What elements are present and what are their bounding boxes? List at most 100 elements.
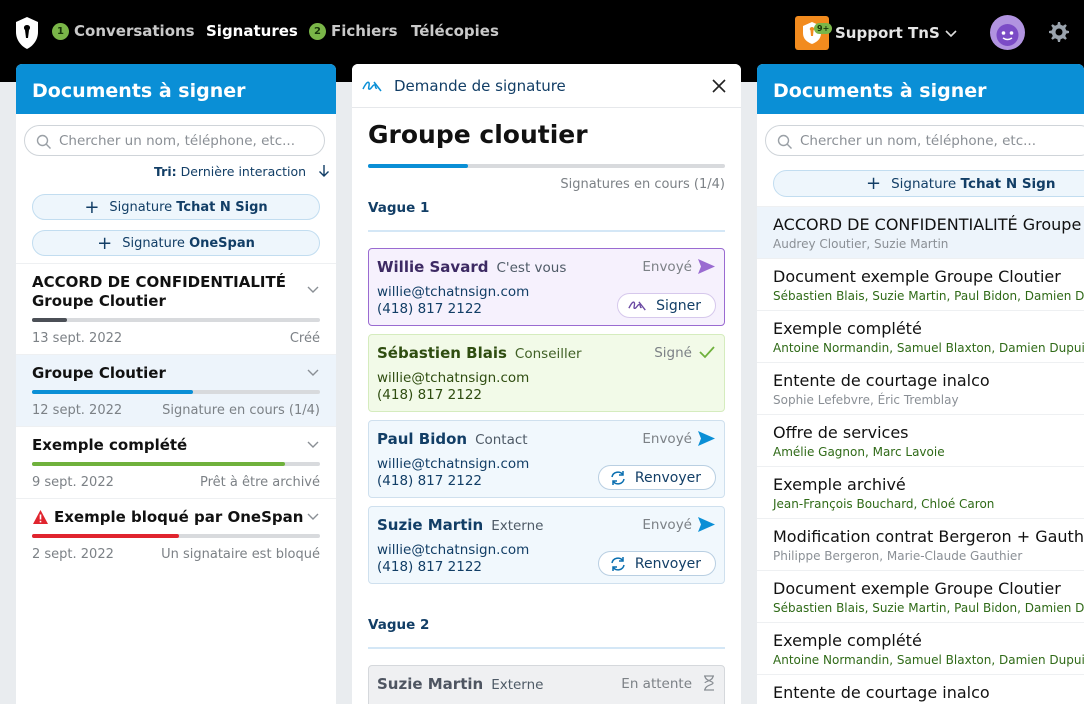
chevron-down-icon[interactable] xyxy=(306,439,320,449)
list-item-people: Antoine Normandin, Samuel Blaxton, Damie… xyxy=(773,341,1084,355)
top-bar: 1 Conversations Signatures 2 Fichiers Té… xyxy=(0,0,1084,82)
list-item[interactable]: Modification contrat Bergeron + Gauthier… xyxy=(757,518,1084,570)
sign-button[interactable]: Signer xyxy=(617,293,716,318)
list-item[interactable]: Offre de services Amélie Gagnon, Marc Lav… xyxy=(757,414,1084,466)
doc-item[interactable]: Groupe Cloutier 12 sept. 2022 Signature … xyxy=(16,354,336,426)
doc-date: 9 sept. 2022 xyxy=(32,475,114,490)
doc-item[interactable]: ACCORD DE CONFIDENTIALITÉ Groupe Cloutie… xyxy=(16,263,336,354)
signer-card: Willie Savard C'est vous Envoyé willie@tc… xyxy=(368,248,725,326)
request-title: Groupe cloutier xyxy=(368,120,588,149)
chevron-down-icon[interactable] xyxy=(306,367,320,377)
signer-email: willie@tchatnsign.com xyxy=(377,370,530,386)
app-logo-icon[interactable] xyxy=(14,16,40,50)
list-item-title: Document exemple Groupe Cloutier xyxy=(773,579,1061,598)
list-item-people: Antoine Normandin, Samuel Blaxton, Damie… xyxy=(773,653,1084,667)
list-item-people: Jean-François Bouchard, Chloé Caron xyxy=(773,497,995,511)
signature-tchat-prefix: Signature xyxy=(109,199,173,215)
doc-status: Créé xyxy=(289,331,320,346)
signer-status: En attente xyxy=(621,676,692,692)
nav-fichiers-label: Fichiers xyxy=(331,22,398,40)
doc-progress-fill xyxy=(32,390,194,394)
signature-request-panel: Demande de signature Groupe cloutier Sig… xyxy=(352,64,741,704)
list-item[interactable]: Exemple complété Antoine Normandin, Samue… xyxy=(757,622,1084,674)
right-signature-prefix: Signature xyxy=(891,175,957,192)
right-signature-tchat-button[interactable]: + Signature Tchat N Sign xyxy=(773,170,1084,197)
signer-phone: (418) 817 2122 xyxy=(377,473,483,489)
left-panel-title: Documents à signer xyxy=(16,64,336,114)
list-item-title: Exemple complété xyxy=(773,319,922,338)
close-icon[interactable] xyxy=(711,78,727,94)
plus-icon: + xyxy=(97,232,113,254)
signer-email: willie@tchatnsign.com xyxy=(377,542,530,558)
right-search-input[interactable]: Chercher un nom, téléphone, etc... xyxy=(765,125,1084,156)
list-item-title: ACCORD DE CONFIDENTIALITÉ Groupe Cloutie… xyxy=(773,215,1084,234)
list-item-title: Entente de courtage inalco xyxy=(773,683,990,702)
hourglass-icon xyxy=(704,675,714,691)
resend-button[interactable]: Renvoyer xyxy=(597,551,716,576)
right-search-placeholder: Chercher un nom, téléphone, etc... xyxy=(800,132,1036,149)
list-item[interactable]: Entente de courtage inalco Sophie Lefebvr… xyxy=(757,362,1084,414)
doc-title: ACCORD DE CONFIDENTIALITÉ Groupe Cloutie… xyxy=(32,273,286,310)
left-search-input[interactable]: Chercher un nom, téléphone, etc... xyxy=(24,125,325,156)
signer-status: Envoyé xyxy=(642,517,692,533)
search-icon xyxy=(777,134,792,149)
signature-tchat-button[interactable]: + Signature Tchat N Sign xyxy=(32,194,320,220)
list-item[interactable]: Exemple archivé Jean-François Bouchard, C… xyxy=(757,466,1084,518)
check-icon xyxy=(699,346,715,359)
plus-icon: + xyxy=(866,173,882,194)
chevron-down-icon[interactable] xyxy=(306,511,320,521)
nav-fichiers-badge: 2 xyxy=(309,22,326,40)
signer-role: Externe xyxy=(491,677,544,693)
support-badge: 9+ xyxy=(814,23,833,34)
signature-onespan-button[interactable]: + Signature OneSpan xyxy=(32,230,320,256)
left-panel: Documents à signer Chercher un nom, télé… xyxy=(16,64,336,704)
doc-progress-fill xyxy=(32,534,179,538)
support-menu[interactable]: 9+ Support TnS xyxy=(795,16,958,50)
signer-card: Sébastien Blais Conseiller Signé willie@t… xyxy=(368,334,725,412)
sort-label: Tri: xyxy=(154,164,177,179)
list-item-people: Amélie Gagnon, Marc Lavoie xyxy=(773,445,945,459)
signer-phone: (418) 817 2122 xyxy=(377,301,483,317)
doc-title: Exemple bloqué par OneSpan xyxy=(54,508,304,526)
right-panel-title: Documents à signer xyxy=(757,64,1084,114)
list-item[interactable]: Document exemple Groupe Cloutier Sébastie… xyxy=(757,258,1084,310)
list-item-title: Entente de courtage inalco xyxy=(773,371,990,390)
nav-telecopies[interactable]: Télécopies xyxy=(411,22,499,40)
doc-item[interactable]: Exemple bloqué par OneSpan 2 sept. 2022 … xyxy=(16,498,336,570)
refresh-icon xyxy=(611,556,625,571)
chevron-down-icon[interactable] xyxy=(306,284,320,294)
nav-signatures[interactable]: Signatures xyxy=(206,22,298,40)
list-item[interactable]: ACCORD DE CONFIDENTIALITÉ Groupe Cloutie… xyxy=(757,206,1084,258)
signature-icon xyxy=(628,301,646,311)
signer-name: Willie Savard xyxy=(377,258,489,276)
signer-name: Sébastien Blais xyxy=(377,344,507,362)
list-item-title: Modification contrat Bergeron + Gauthier xyxy=(773,527,1084,546)
refresh-icon xyxy=(611,470,625,485)
warning-icon xyxy=(33,510,48,524)
left-search-placeholder: Chercher un nom, téléphone, etc... xyxy=(59,132,295,149)
request-progress-text: Signatures en cours (1/4) xyxy=(560,177,725,192)
sort-control[interactable]: Tri: Dernière interaction xyxy=(154,164,330,179)
nav-telecopies-label: Télécopies xyxy=(411,22,499,40)
gear-icon[interactable] xyxy=(1046,20,1070,44)
list-item[interactable]: Exemple complété Antoine Normandin, Samue… xyxy=(757,310,1084,362)
signer-name: Suzie Martin xyxy=(377,516,484,534)
nav-fichiers[interactable]: 2 Fichiers xyxy=(309,22,398,40)
avatar[interactable] xyxy=(990,15,1025,50)
signer-status: Signé xyxy=(654,345,692,361)
nav-conversations[interactable]: 1 Conversations xyxy=(52,22,195,40)
signer-card: Suzie Martin Externe Envoyé willie@tchatn… xyxy=(368,506,725,584)
list-item[interactable]: Document exemple Groupe Cloutier Sébastie… xyxy=(757,570,1084,622)
list-item[interactable]: Entente de courtage inalco xyxy=(757,674,1084,704)
list-item-title: Offre de services xyxy=(773,423,909,442)
signature-onespan-prefix: Signature xyxy=(122,235,185,251)
signer-status: Envoyé xyxy=(642,259,692,275)
resend-button-label: Renvoyer xyxy=(634,555,701,572)
signer-phone: (418) 817 2122 xyxy=(377,387,483,403)
doc-item[interactable]: Exemple complété 9 sept. 2022 Prêt à êtr… xyxy=(16,426,336,498)
doc-progress-fill xyxy=(32,462,286,466)
resend-button[interactable]: Renvoyer xyxy=(597,465,716,490)
doc-date: 13 sept. 2022 xyxy=(32,331,123,346)
doc-progress-fill xyxy=(32,318,67,322)
nav-conversations-badge: 1 xyxy=(52,22,69,40)
